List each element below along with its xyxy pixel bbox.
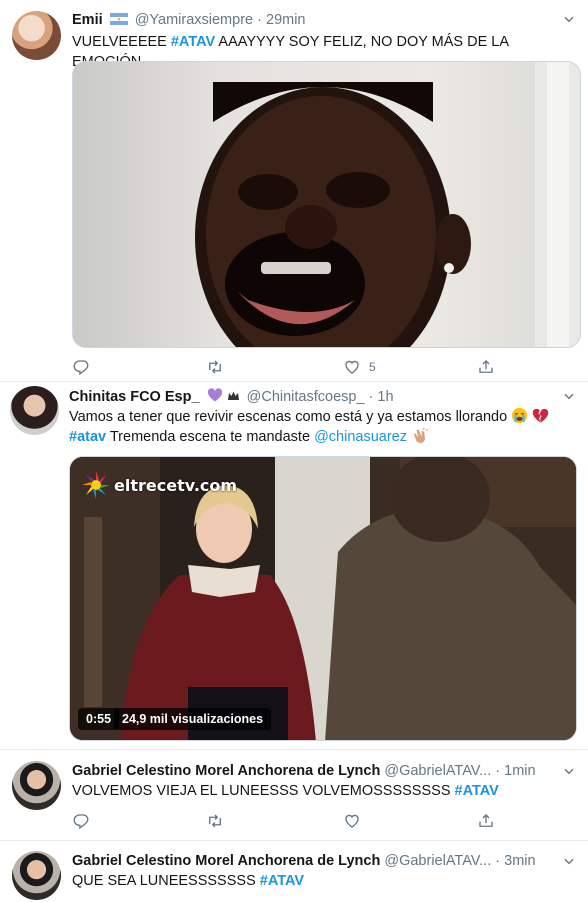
retweet-button[interactable] <box>206 811 224 831</box>
display-name[interactable]: Emii <box>72 12 103 28</box>
tweet[interactable]: Gabriel Celestino Morel Anchorena de Lyn… <box>0 841 588 902</box>
like-count: 5 <box>369 360 376 374</box>
separator: · <box>495 763 501 779</box>
reply-icon <box>72 812 90 830</box>
avatar[interactable] <box>12 11 61 60</box>
eltrece-logo-icon <box>82 471 110 499</box>
timestamp[interactable]: 1min <box>504 763 535 779</box>
tweet[interactable]: Emii @Yamiraxsiempre · 29min VUELVEEEEE … <box>0 0 588 382</box>
tweet[interactable]: Chinitas FCO Esp_ @Chinitasfcoesp_ · 1h … <box>0 382 588 750</box>
text-segment: QUE SEA LUNEESSSSSSS <box>72 873 260 889</box>
video-duration: 0:55 <box>78 708 120 730</box>
mention-link[interactable]: @chinasuarez <box>314 429 407 445</box>
watermark-text: eltrecetv.com <box>114 475 238 495</box>
retweet-icon <box>206 358 224 376</box>
separator: · <box>495 853 501 869</box>
display-name[interactable]: Chinitas FCO Esp_ <box>69 389 200 405</box>
chevron-down-icon[interactable] <box>562 12 576 26</box>
share-button[interactable] <box>477 811 495 831</box>
hashtag-link[interactable]: #ATAV <box>455 783 499 799</box>
broken-heart-icon <box>532 408 549 423</box>
hashtag-link[interactable]: #atav <box>69 429 106 445</box>
display-name[interactable]: Gabriel Celestino Morel Anchorena de Lyn… <box>72 853 380 869</box>
crown-icon <box>227 391 239 400</box>
tweet-actions <box>72 811 512 831</box>
crying-man-photo <box>195 62 580 347</box>
display-name[interactable]: Gabriel Celestino Morel Anchorena de Lyn… <box>72 763 380 779</box>
avatar[interactable] <box>10 386 59 435</box>
timestamp[interactable]: 29min <box>266 12 306 28</box>
tweet-text: QUE SEA LUNEESSSSSSS #ATAV <box>72 871 572 891</box>
tweet-video[interactable]: eltrecetv.com 0:55 24,9 mil visualizacio… <box>69 456 577 741</box>
user-handle[interactable]: @GabrielATAV... <box>384 763 491 779</box>
heart-icon <box>343 812 361 830</box>
reply-button[interactable] <box>72 811 90 831</box>
tweet-image[interactable] <box>72 61 581 348</box>
retweet-icon <box>206 812 224 830</box>
tweet-header: Gabriel Celestino Morel Anchorena de Lyn… <box>72 851 560 871</box>
separator: · <box>257 12 262 28</box>
timestamp[interactable]: 3min <box>504 853 535 869</box>
tweet-header: Emii @Yamiraxsiempre · 29min <box>72 10 560 30</box>
tweet-actions: 5 <box>72 357 512 377</box>
hashtag-link[interactable]: #ATAV <box>260 873 304 889</box>
separator: · <box>368 389 374 405</box>
like-button[interactable] <box>343 811 361 831</box>
chevron-down-icon[interactable] <box>562 854 576 868</box>
chevron-down-icon[interactable] <box>562 764 576 778</box>
share-icon <box>477 358 495 376</box>
text-segment: Vamos a tener que revivir escenas como e… <box>69 409 508 425</box>
view-count: 24,9 mil visualizaciones <box>114 708 272 730</box>
loudly-crying-face-icon <box>512 407 528 424</box>
text-segment: Tremenda escena te mandaste <box>106 429 315 445</box>
user-handle[interactable]: @Yamiraxsiempre <box>135 12 253 28</box>
reply-button[interactable] <box>72 357 90 377</box>
reply-icon <box>72 358 90 376</box>
clapping-hands-icon <box>414 427 428 444</box>
like-button[interactable]: 5 <box>343 357 376 377</box>
heart-icon <box>343 358 361 376</box>
avatar[interactable] <box>12 851 61 900</box>
channel-watermark: eltrecetv.com <box>82 471 237 499</box>
text-segment: VOLVEMOS VIEJA EL LUNEESSS VOLVEMOSSSSSS… <box>72 783 455 799</box>
user-handle[interactable]: @Chinitasfcoesp_ <box>247 389 365 405</box>
video-thumbnail <box>70 457 576 740</box>
tweet-header: Gabriel Celestino Morel Anchorena de Lyn… <box>72 761 560 781</box>
text-segment: VUELVEEEEE <box>72 34 171 50</box>
avatar[interactable] <box>12 761 61 810</box>
chevron-down-icon[interactable] <box>562 389 576 403</box>
retweet-button[interactable] <box>206 357 224 377</box>
purple-heart-icon <box>207 388 222 402</box>
tweet[interactable]: Gabriel Celestino Morel Anchorena de Lyn… <box>0 750 588 841</box>
timestamp[interactable]: 1h <box>377 389 393 405</box>
argentina-flag-icon <box>109 13 128 25</box>
tweet-text: Vamos a tener que revivir escenas como e… <box>69 407 572 447</box>
tweet-text: VOLVEMOS VIEJA EL LUNEESSS VOLVEMOSSSSSS… <box>72 781 572 801</box>
share-icon <box>477 812 495 830</box>
tweet-header: Chinitas FCO Esp_ @Chinitasfcoesp_ · 1h <box>69 387 560 407</box>
share-button[interactable] <box>477 357 495 377</box>
user-handle[interactable]: @GabrielATAV... <box>384 853 491 869</box>
hashtag-link[interactable]: #ATAV <box>171 34 215 50</box>
